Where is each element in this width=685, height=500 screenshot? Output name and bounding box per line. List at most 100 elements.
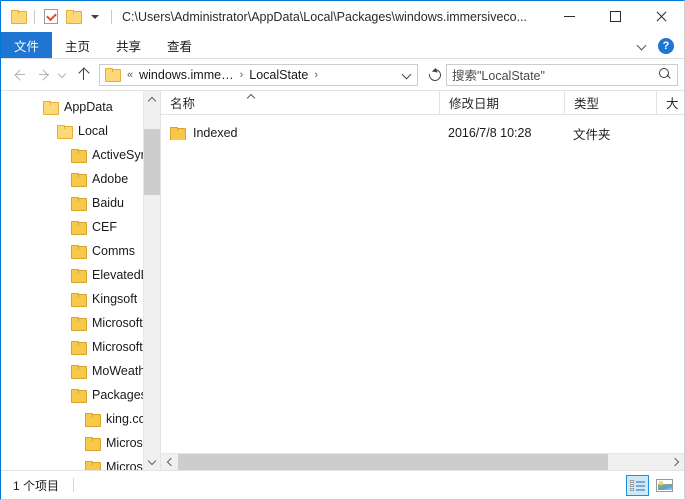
tab-share[interactable]: 共享 [103,32,154,58]
refresh-button[interactable] [424,64,446,86]
file-type-cell-label: 文件夹 [573,127,611,142]
tree-item-label: ActiveSync [92,148,143,162]
tree-item[interactable]: ActiveSync [1,143,143,167]
title-bar: C:\Users\Administrator\AppData\Local\Pac… [1,1,684,32]
search-box[interactable]: 搜索"LocalState" [446,63,678,86]
tree-item[interactable]: ElevatedDi [1,263,143,287]
scrollbar-track[interactable] [178,453,667,471]
up-button[interactable] [71,63,95,87]
tree-item[interactable]: king.com [1,407,143,431]
breadcrumb-segment-localstate[interactable]: LocalState [246,68,311,82]
tree-item[interactable]: Kingsoft [1,287,143,311]
navigation-pane-scrollbar[interactable] [143,91,160,470]
folder-icon [71,292,87,307]
tree-item[interactable]: Microsoft [1,455,143,470]
folder-icon [71,388,87,403]
tab-view[interactable]: 查看 [154,32,205,58]
scrollbar-thumb[interactable] [178,453,609,471]
breadcrumb-separator-trailing[interactable]: › [311,69,321,81]
ribbon-right-controls: ? [633,32,680,59]
file-date-cell: 2016/7/8 10:28 [439,126,564,140]
arrow-left-icon [14,69,25,80]
search-input[interactable]: 搜索"LocalState" [452,65,659,84]
quick-access-toolbar [1,1,117,32]
chevron-down-icon [149,458,156,465]
column-header-name[interactable]: 名称 [161,91,439,114]
file-name-cell: Indexed [161,126,439,140]
tab-file[interactable]: 文件 [1,32,53,58]
explorer-folder-icon[interactable] [7,6,29,28]
folder-icon [71,148,87,163]
checkbox-properties-icon [44,9,58,24]
tree-item[interactable]: Baidu [1,191,143,215]
tree-item[interactable]: AppData [1,95,143,119]
tree-item-label: Microsoft [106,436,143,450]
window-title: C:\Users\Administrator\AppData\Local\Pac… [122,9,528,24]
file-date-cell-label: 2016/7/8 10:28 [448,126,532,140]
window-controls [546,1,684,32]
tree-item[interactable]: Packages [1,383,143,407]
tree-item[interactable]: Comms [1,239,143,263]
tree-item[interactable]: Microsoft [1,431,143,455]
folder-icon [71,316,87,331]
file-list-horizontal-scrollbar[interactable] [161,453,684,471]
folder-icon [71,196,87,211]
folder-icon [57,124,73,139]
column-header-type[interactable]: 类型 [564,91,656,114]
tab-home[interactable]: 主页 [52,32,103,58]
file-type-cell: 文件夹 [564,124,656,143]
chevron-right-icon [672,459,679,466]
folder-icon [71,172,87,187]
scroll-right-button[interactable] [667,454,684,471]
arrow-up-icon [77,68,89,81]
view-mode-buttons [626,471,676,500]
folder-icon [71,220,87,235]
table-row[interactable]: Indexed 2016/7/8 10:28 文件夹 [161,122,684,144]
properties-icon[interactable] [40,6,62,28]
column-header-size[interactable]: 大 [656,91,684,114]
folder-icon [85,460,101,470]
tree-item[interactable]: CEF [1,215,143,239]
tree-item[interactable]: MoWeathe [1,359,143,383]
scrollbar-thumb[interactable] [144,129,160,195]
maximize-button[interactable] [592,1,638,32]
expand-ribbon-button[interactable] [633,41,652,50]
toolbar-divider [111,9,112,24]
scroll-left-button[interactable] [161,454,178,471]
ribbon-tab-strip: 文件 主页 共享 查看 ? [1,32,684,59]
folder-icon [71,268,87,283]
breadcrumb-segment-packages[interactable]: windows.imme… [136,68,236,82]
minimize-button[interactable] [546,1,592,32]
folder-icon [10,10,27,24]
tree-item-label: Kingsoft [92,292,138,306]
new-folder-icon[interactable] [62,6,84,28]
recent-locations-button[interactable] [55,63,71,87]
customize-qat-caret[interactable] [84,6,106,28]
tree-item[interactable]: MicrosoftE [1,335,143,359]
scroll-down-button[interactable] [144,453,160,470]
address-dropdown-button[interactable] [399,65,415,85]
tree-item[interactable]: Microsoft [1,311,143,335]
close-button[interactable] [638,1,684,32]
tree-item[interactable]: Adobe [1,167,143,191]
breadcrumb-separator[interactable]: › [237,69,247,81]
file-list-body: Indexed 2016/7/8 10:28 文件夹 [161,115,684,453]
scroll-up-button[interactable] [144,91,160,108]
back-button[interactable] [7,63,31,87]
forward-button[interactable] [31,63,55,87]
tree-item[interactable]: Local [1,119,143,143]
column-header-date-label: 修改日期 [449,97,500,111]
breadcrumb-overflow[interactable]: « [124,69,136,81]
close-icon [655,11,667,23]
explorer-body: AppData Local ActiveSync Adobe Baidu CEF Comms… [1,90,684,471]
help-button[interactable]: ? [658,37,674,54]
breadcrumb[interactable]: « windows.imme… › LocalState › [99,63,418,86]
large-icons-view-button[interactable] [653,475,676,496]
chevron-left-icon [166,459,173,466]
column-header-date-modified[interactable]: 修改日期 [439,91,564,114]
tree-item-label: Microsoft [92,316,143,330]
column-header-size-label: 大 [666,97,679,111]
minimize-icon [563,16,575,17]
details-view-button[interactable] [626,475,649,496]
folder-icon [71,244,87,259]
